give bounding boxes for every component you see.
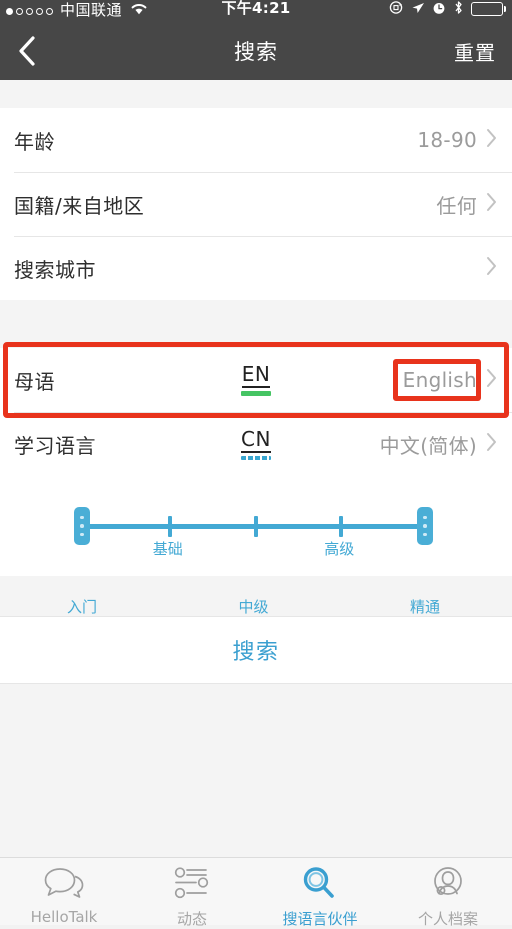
slider-container[interactable]: 基础 高级 入门 中级 精通 (67, 507, 440, 616)
chevron-right-icon (485, 127, 498, 154)
slider-label-fluent: 精通 (409, 598, 441, 616)
nav-bar: 搜索 重置 (0, 22, 512, 80)
tab-label: 个人档案 (417, 910, 478, 928)
profile-person-icon (427, 866, 469, 905)
filter-row-age[interactable]: 年龄 18-90 (0, 108, 512, 172)
filter-label: 母语 (14, 369, 55, 394)
tab-label: 搜语言伙伴 (282, 910, 358, 928)
slider-tick (167, 516, 172, 537)
search-submit-label: 搜索 (232, 640, 280, 665)
slider-tick (339, 516, 344, 537)
language-code: CN (241, 426, 271, 453)
learning-language-row[interactable]: 学习语言 CN 中文(简体) (0, 412, 512, 476)
filter-label: 年龄 (14, 129, 55, 154)
filter-value: 18-90 (417, 128, 477, 152)
chat-bubbles-icon (43, 866, 85, 905)
slider-label-beginner: 入门 (66, 598, 98, 616)
location-arrow-icon (411, 1, 425, 18)
reset-button[interactable]: 重置 (454, 37, 496, 66)
tab-label: 动态 (176, 910, 207, 928)
filter-label: 搜索城市 (14, 257, 96, 282)
language-level-slider[interactable]: 基础 高级 入门 中级 精通 (0, 476, 512, 616)
feed-list-icon (171, 866, 213, 905)
filter-value: 中文(简体) (379, 433, 477, 458)
tab-find-partners[interactable]: 搜语言伙伴 (256, 858, 384, 928)
status-bar-right (389, 0, 506, 18)
slider-label-intermediate: 中级 (238, 598, 269, 616)
bluetooth-icon (453, 0, 464, 18)
tab-moments[interactable]: 动态 (128, 858, 256, 928)
slider-handle-min[interactable] (74, 507, 90, 545)
slider-tick (253, 516, 258, 537)
section-gap-top (0, 80, 512, 108)
slider-track[interactable] (74, 507, 433, 545)
filter-value: 任何 (436, 193, 477, 218)
app-screen: 中国联通 下午4:21 搜索 重置 年龄 18-90 国籍/来自地区 任何 搜索… (0, 0, 512, 928)
flag-indicator-icon (241, 391, 271, 396)
filter-row-city[interactable]: 搜索城市 (0, 236, 512, 300)
native-language-value-wrap: English (392, 359, 481, 401)
battery-icon (470, 2, 506, 16)
filter-label: 国籍/来自地区 (14, 193, 145, 218)
chevron-right-icon (485, 431, 498, 458)
filter-group-language: 母语 EN English 学习语言 CN 中文(简体) 基础 高级 入门 中级… (0, 342, 512, 616)
filter-label: 学习语言 (14, 433, 96, 458)
chevron-right-icon (485, 255, 498, 282)
page-title: 搜索 (234, 40, 278, 64)
native-language-row[interactable]: 母语 EN English (0, 342, 512, 418)
section-gap-middle (0, 300, 512, 348)
slider-handle-max[interactable] (417, 507, 433, 545)
tab-profile[interactable]: 个人档案 (384, 858, 512, 928)
language-code: EN (241, 362, 271, 388)
alarm-clock-icon (432, 1, 446, 18)
slider-label-basic: 基础 (152, 540, 183, 558)
slider-label-advanced: 高级 (324, 540, 355, 558)
tab-label: HelloTalk (30, 908, 98, 926)
status-bar: 中国联通 下午4:21 (0, 0, 512, 22)
magnifier-icon (299, 866, 341, 905)
rotation-lock-icon (389, 0, 404, 18)
bottom-tab-bar: HelloTalk 动态 搜语言伙伴 个人档案 (0, 857, 512, 928)
chevron-right-icon (485, 191, 498, 218)
filter-group-basic: 年龄 18-90 国籍/来自地区 任何 搜索城市 (0, 108, 512, 300)
filter-value: English (402, 368, 477, 392)
tab-hellotalk[interactable]: HelloTalk (0, 858, 128, 926)
flag-indicator-icon (241, 455, 271, 460)
search-submit-button[interactable]: 搜索 (0, 616, 512, 684)
chevron-right-icon (485, 367, 498, 394)
filter-row-nationality[interactable]: 国籍/来自地区 任何 (0, 172, 512, 236)
